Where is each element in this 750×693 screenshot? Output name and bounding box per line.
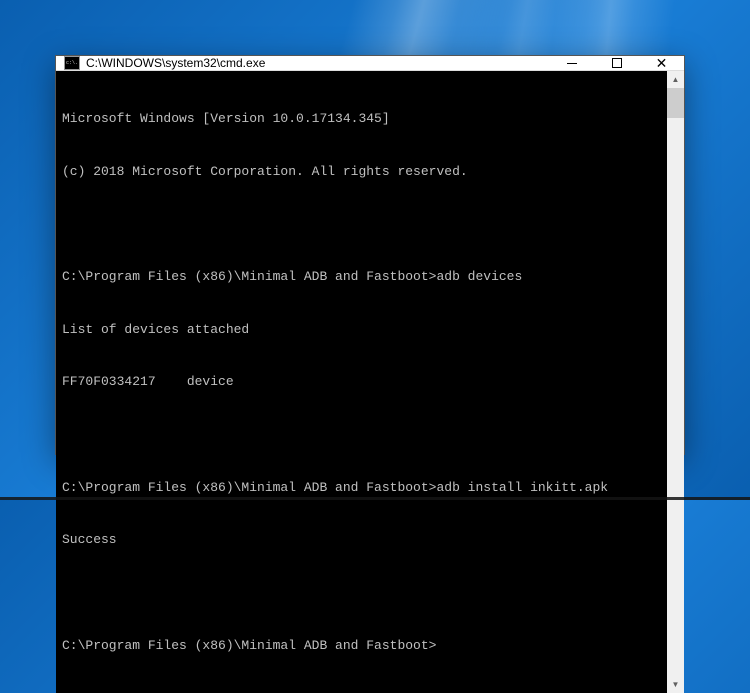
- window-title: C:\WINDOWS\system32\cmd.exe: [86, 56, 549, 70]
- cmd-icon: [64, 56, 80, 70]
- terminal-line: List of devices attached: [62, 321, 661, 339]
- terminal-line: C:\Program Files (x86)\Minimal ADB and F…: [62, 637, 661, 655]
- terminal-line: [62, 426, 661, 444]
- close-icon: ✕: [656, 56, 668, 70]
- maximize-icon: [612, 58, 622, 68]
- scroll-track[interactable]: [667, 88, 684, 676]
- terminal-content[interactable]: Microsoft Windows [Version 10.0.17134.34…: [56, 71, 667, 693]
- terminal-line: C:\Program Files (x86)\Minimal ADB and F…: [62, 268, 661, 286]
- terminal-line: [62, 215, 661, 233]
- terminal-body: Microsoft Windows [Version 10.0.17134.34…: [56, 71, 684, 693]
- scroll-thumb[interactable]: [667, 88, 684, 118]
- scroll-down-button[interactable]: ▼: [667, 676, 684, 693]
- window-controls: ✕: [549, 56, 684, 70]
- terminal-line: [62, 584, 661, 602]
- terminal-line: FF70F0334217 device: [62, 373, 661, 391]
- close-button[interactable]: ✕: [639, 56, 684, 70]
- terminal-line: (c) 2018 Microsoft Corporation. All righ…: [62, 163, 661, 181]
- terminal-line: C:\Program Files (x86)\Minimal ADB and F…: [62, 479, 661, 497]
- scroll-up-button[interactable]: ▲: [667, 71, 684, 88]
- terminal-line: Success: [62, 531, 661, 549]
- maximize-button[interactable]: [594, 56, 639, 70]
- vertical-scrollbar[interactable]: ▲ ▼: [667, 71, 684, 693]
- cmd-window: C:\WINDOWS\system32\cmd.exe ✕ Microsoft …: [55, 55, 685, 455]
- minimize-icon: [567, 63, 577, 64]
- terminal-line: Microsoft Windows [Version 10.0.17134.34…: [62, 110, 661, 128]
- titlebar[interactable]: C:\WINDOWS\system32\cmd.exe ✕: [56, 56, 684, 71]
- minimize-button[interactable]: [549, 56, 594, 70]
